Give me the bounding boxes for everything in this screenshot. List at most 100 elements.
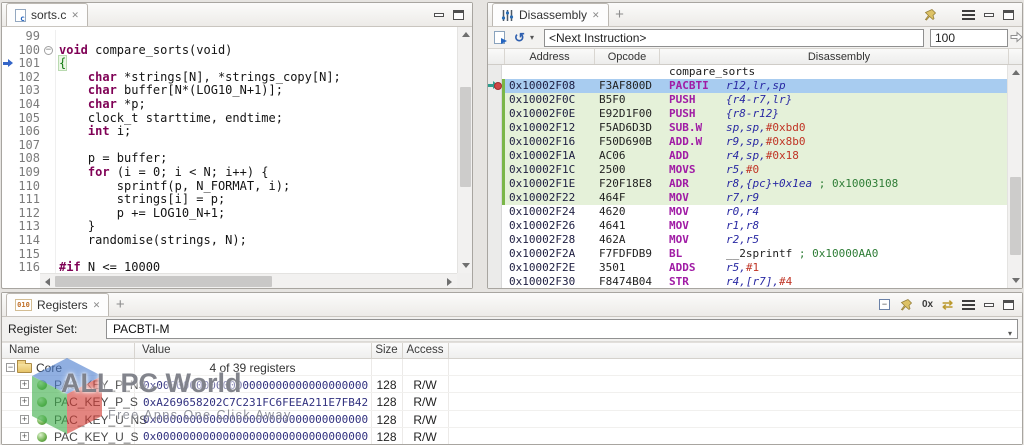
breakpoint-gutter[interactable] [2,30,16,44]
breakpoint-gutter[interactable] [2,152,16,166]
code-line[interactable]: 108 p = buffer; [2,152,457,166]
disassembly-gutter[interactable] [488,219,502,233]
minimize-icon[interactable] [984,302,994,307]
disassembly-gutter[interactable] [488,177,502,191]
breakpoint-gutter[interactable] [2,207,16,221]
code-line[interactable]: 103 char buffer[N*(LOG10_N+1)]; [2,84,457,98]
expand-expander-icon[interactable]: + [20,414,29,424]
disassembly-vertical-scrollbar[interactable] [1007,65,1022,288]
code-line[interactable]: 107 [2,138,457,153]
disassembly-row[interactable]: 0x10002F1C 2500 MOVS r5,#0 [488,163,1007,177]
address-expression-combo[interactable] [544,29,924,47]
disassembly-gutter[interactable] [488,247,502,261]
minimize-icon[interactable] [434,12,444,17]
register-value[interactable]: 0x00000000000000000000000000000000 [143,430,368,443]
breakpoint-gutter[interactable] [2,234,16,248]
disassembly-gutter[interactable] [488,261,502,275]
disassembly-gutter[interactable] [488,121,502,135]
refresh-disassembly-icon[interactable] [494,31,507,44]
disassembly-row[interactable]: 0x10002F1A AC06 ADD r4,sp,#0x18 [488,149,1007,163]
code-line[interactable]: 106 int i; [2,124,457,139]
scroll-right-icon[interactable] [442,274,457,289]
view-menu-icon[interactable] [962,9,975,20]
breakpoint-gutter[interactable] [2,98,16,112]
breakpoint-gutter[interactable] [2,261,16,273]
code-line[interactable]: 100− void compare_sorts(void) [2,43,457,58]
breakpoint-gutter[interactable] [2,180,16,194]
disassembly-gutter[interactable] [488,275,502,288]
disassembly-gutter[interactable] [488,163,502,177]
editor-vertical-scrollbar[interactable] [457,27,472,273]
code-line[interactable]: 112 p += LOG10_N+1; [2,206,457,221]
disassembly-gutter[interactable] [488,233,502,247]
scrollbar-thumb[interactable] [460,87,471,187]
scrollbar-thumb[interactable] [55,276,272,287]
breakpoint-gutter[interactable] [2,57,16,71]
pin-icon[interactable] [923,8,937,22]
hex-format-icon[interactable]: 0x [922,299,933,310]
disassembly-gutter[interactable] [488,93,502,107]
history-icon[interactable]: ↺ [514,30,525,46]
collapse-expander-icon[interactable]: − [6,363,15,372]
editor-horizontal-scrollbar[interactable] [40,273,457,288]
code-line[interactable]: 110 sprintf(p, N_FORMAT, i); [2,179,457,194]
disassembly-row[interactable]: 0x10002F1E F20F18E8 ADR r8,{pc}+0x1ea ; 0x1… [488,177,1007,191]
disassembly-row[interactable]: 0x10002F28 462A MOV r2,r5 [488,233,1007,247]
disassembly-row[interactable]: 0x10002F22 464F MOV r7,r9 [488,191,1007,205]
disassembly-row[interactable]: 0x10002F12 F5AD6D3D SUB.W sp,sp,#0xbd0 [488,121,1007,135]
disassembly-row[interactable]: 0x10002F2E 3501 ADDS r5,#1 [488,261,1007,275]
disassembly-gutter[interactable] [488,191,502,205]
disassembly-row[interactable]: 0x10002F24 4620 MOV r0,r4 [488,205,1007,219]
scrollbar-thumb[interactable] [1010,177,1021,255]
collapse-all-icon[interactable]: − [878,299,890,310]
maximize-icon[interactable] [453,9,464,20]
disassembly-row[interactable]: 0x10002F26 4641 MOV r1,r8 [488,219,1007,233]
dropdown-arrow-icon[interactable]: ▾ [1008,325,1012,343]
column-header-name[interactable]: Name [9,344,40,356]
breakpoint-gutter[interactable] [2,84,16,98]
breakpoint-gutter[interactable] [2,166,16,180]
minimize-icon[interactable] [984,12,994,17]
column-header-disassembly[interactable]: Disassembly [660,49,1009,64]
disassembly-row[interactable]: 0x10002F0E E92D1F00 PUSH {r8-r12} [488,107,1007,121]
code-line[interactable]: 116 #if N <= 10000 [2,260,457,273]
scroll-down-icon[interactable] [1008,273,1023,288]
column-header-opcode[interactable]: Opcode [595,49,660,64]
disassembly-row[interactable]: 0x10002F16 F50D690B ADD.W r9,sp,#0x8b0 [488,135,1007,149]
expand-expander-icon[interactable]: + [20,380,29,390]
scroll-up-icon[interactable] [1008,65,1023,80]
code-line[interactable]: 111 strings[i] = p; [2,192,457,207]
scroll-down-icon[interactable] [458,258,473,273]
breakpoint-gutter[interactable] [2,193,16,207]
breakpoint-gutter[interactable] [2,220,16,234]
maximize-icon[interactable] [1003,9,1014,20]
scroll-left-icon[interactable] [40,274,55,289]
close-icon[interactable]: ✕ [71,10,79,21]
link-with-icon[interactable]: ⇄ [942,297,953,313]
code-line[interactable]: 101 { [2,55,457,72]
register-value[interactable]: 0xA269658202C7C231FC6FEEA211E7FB42 [143,396,368,409]
tab-sorts-c[interactable]: c sorts.c ✕ [6,3,88,26]
register-row[interactable]: + PAC_KEY_U_NS 0x0000000000000000000000000… [2,411,1022,428]
disassembly-gutter[interactable] [488,79,502,93]
breakpoint-gutter[interactable] [2,139,16,153]
instruction-count-field[interactable] [930,29,1008,47]
column-header-access[interactable]: Access [402,344,448,356]
scroll-up-icon[interactable] [458,27,473,42]
maximize-icon[interactable] [1003,299,1014,310]
column-header-address[interactable]: Address [505,49,595,64]
register-value[interactable]: 0x00000000000000000000000000000000 [143,379,368,392]
breakpoint-gutter[interactable] [2,71,16,85]
breakpoint-gutter[interactable] [2,112,16,126]
new-tab-button[interactable]: + [609,3,631,26]
close-icon[interactable]: ✕ [592,10,600,21]
code-line[interactable]: 99 [2,29,457,44]
close-icon[interactable]: ✕ [93,300,101,311]
history-dropdown-icon[interactable]: ▾ [530,33,534,42]
register-set-combo[interactable]: PACBTI-M ▾ [106,319,1018,339]
register-row[interactable]: − Core 4 of 39 registers [2,359,1022,377]
new-tab-button[interactable]: + [109,293,131,316]
fold-collapse-icon[interactable]: − [44,45,53,55]
expand-expander-icon[interactable]: + [20,397,29,407]
pin-icon[interactable] [899,298,913,312]
